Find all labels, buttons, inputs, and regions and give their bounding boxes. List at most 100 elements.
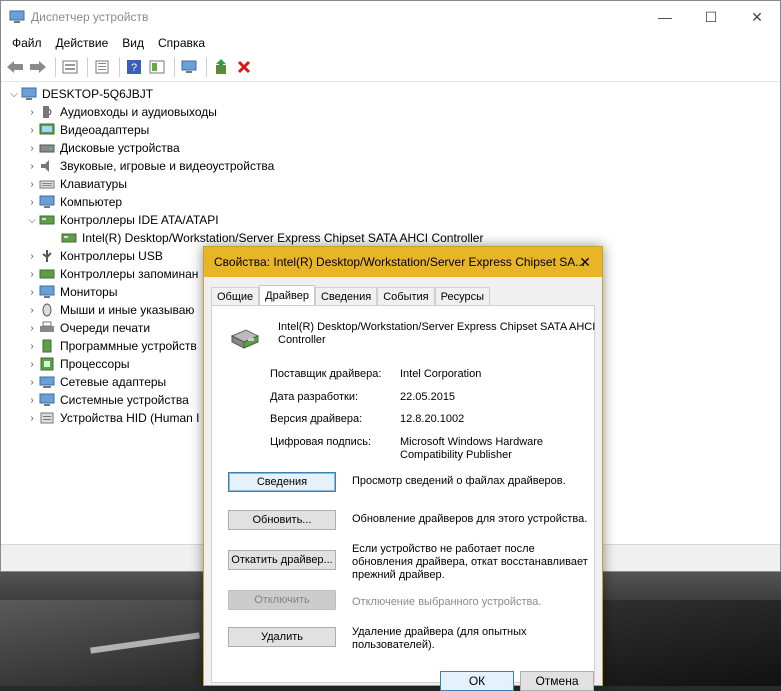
printer-icon	[40, 321, 54, 332]
tree-item-label: Мониторы	[60, 285, 118, 299]
tree-item[interactable]: › Клавиатуры	[1, 175, 780, 193]
tree-root[interactable]: ⌵ DESKTOP-5Q6JBJT	[1, 85, 780, 103]
chevron-right-icon[interactable]: ›	[25, 305, 39, 316]
monitor-icon	[39, 285, 55, 298]
help-icon[interactable]: ?	[124, 57, 144, 77]
update-driver-desc: Обновление драйверов для этого устройств…	[352, 513, 588, 525]
menu-action[interactable]: Действие	[49, 36, 116, 50]
update-driver-icon[interactable]	[211, 57, 231, 77]
tree-item-label: Устройства HID (Human I	[60, 411, 200, 425]
chevron-right-icon[interactable]: ›	[25, 341, 39, 352]
dialog-title: Свойства: Intel(R) Desktop/Workstation/S…	[214, 255, 586, 269]
properties-dialog: Свойства: Intel(R) Desktop/Workstation/S…	[203, 246, 603, 691]
menu-help[interactable]: Справка	[151, 36, 212, 50]
chevron-right-icon[interactable]: ›	[25, 269, 39, 280]
computer-icon	[39, 195, 55, 208]
tree-item[interactable]: › Компьютер	[1, 193, 780, 211]
minimize-button[interactable]: —	[642, 1, 688, 33]
disable-device-button[interactable]: Отключить	[228, 590, 336, 610]
rollback-driver-button[interactable]: Откатить драйвер...	[228, 550, 336, 570]
tree-item-label: Программные устройств	[60, 339, 197, 353]
driver-tab-panel: Intel(R) Desktop/Workstation/Server Expr…	[211, 305, 595, 683]
tree-item-label: Компьютер	[60, 195, 123, 209]
chevron-down-icon[interactable]: ⌵	[25, 215, 39, 226]
update-driver-button[interactable]: Обновить...	[228, 510, 336, 530]
system-device-icon	[39, 393, 55, 406]
tree-item-label: Контроллеры запоминан	[60, 267, 199, 281]
list-view-icon[interactable]	[92, 57, 112, 77]
window-title: Диспетчер устройств	[31, 10, 149, 24]
audio-io-icon	[43, 106, 52, 118]
tab-driver[interactable]: Драйвер	[259, 285, 315, 306]
chevron-right-icon[interactable]: ›	[25, 197, 39, 208]
dialog-title-bar: Свойства: Intel(R) Desktop/Workstation/S…	[204, 247, 602, 277]
prop-value: Microsoft Windows Hardware Compatibility…	[400, 436, 544, 461]
menu-bar: Файл Действие Вид Справка	[1, 33, 780, 53]
chevron-right-icon[interactable]: ›	[25, 287, 39, 298]
chevron-right-icon[interactable]: ›	[25, 161, 39, 172]
tree-item-label: Звуковые, игровые и видеоустройства	[60, 159, 275, 173]
usb-icon	[42, 250, 52, 262]
uninstall-driver-button[interactable]: Удалить	[228, 627, 336, 647]
chevron-right-icon[interactable]: ›	[25, 413, 39, 424]
device-manager-icon	[9, 10, 25, 23]
disk-drive-icon	[39, 144, 55, 153]
tree-item-label: Аудиовходы и аудиовыходы	[60, 105, 217, 119]
prop-value: 22.05.2015	[400, 391, 456, 403]
tree-item-label: Клавиатуры	[60, 177, 127, 191]
tab-general[interactable]: Общие	[211, 287, 260, 306]
maximize-button[interactable]: ☐	[688, 1, 734, 33]
hid-device-icon	[40, 412, 54, 424]
toolbar: ?	[1, 53, 780, 82]
ide-controller-icon	[39, 215, 55, 225]
uninstall-device-icon[interactable]	[234, 57, 254, 77]
network-adapter-icon	[39, 376, 55, 388]
properties-view-icon[interactable]	[60, 57, 80, 77]
chevron-right-icon[interactable]: ›	[25, 359, 39, 370]
toolbar-separator	[87, 57, 88, 77]
tab-resources[interactable]: Ресурсы	[434, 287, 491, 306]
chevron-down-icon[interactable]: ⌵	[7, 89, 21, 100]
toolbar-separator	[206, 57, 207, 77]
chevron-right-icon[interactable]: ›	[25, 107, 39, 118]
chevron-right-icon[interactable]: ›	[25, 143, 39, 154]
back-icon[interactable]	[5, 57, 25, 77]
chevron-right-icon[interactable]: ›	[25, 125, 39, 136]
chevron-right-icon[interactable]: ›	[25, 179, 39, 190]
tree-item-label: Мыши и иные указываю	[60, 303, 195, 317]
prop-label: Поставщик драйвера:	[270, 368, 382, 380]
dialog-close-button[interactable]: ✕	[568, 247, 602, 277]
tree-item[interactable]: › Дисковые устройства	[1, 139, 780, 157]
prop-label: Дата разработки:	[270, 391, 359, 403]
menu-file[interactable]: Файл	[5, 36, 49, 50]
svg-text:?: ?	[131, 62, 137, 74]
chevron-right-icon[interactable]: ›	[25, 377, 39, 388]
forward-icon[interactable]	[28, 57, 48, 77]
scan-hardware-icon[interactable]	[179, 57, 199, 77]
tree-item[interactable]: › Звуковые, игровые и видеоустройства	[1, 157, 780, 175]
menu-view[interactable]: Вид	[115, 36, 151, 50]
ok-button[interactable]: ОК	[440, 671, 514, 691]
tab-events[interactable]: События	[377, 287, 435, 306]
disable-device-desc: Отключение выбранного устройства.	[352, 596, 542, 608]
tab-details[interactable]: Сведения	[314, 287, 378, 306]
tree-child-item[interactable]: Intel(R) Desktop/Workstation/Server Expr…	[1, 229, 780, 247]
tree-item[interactable]: › Видеоадаптеры	[1, 121, 780, 139]
chevron-right-icon[interactable]: ›	[25, 323, 39, 334]
prop-value: Intel Corporation	[400, 368, 482, 380]
tree-item-label: Контроллеры IDE ATA/ATAPI	[60, 213, 219, 227]
driver-details-button[interactable]: Сведения	[228, 472, 336, 492]
close-button[interactable]: ✕	[734, 1, 780, 33]
chevron-right-icon[interactable]: ›	[25, 395, 39, 406]
console-view-icon[interactable]	[147, 57, 167, 77]
tree-item[interactable]: › Аудиовходы и аудиовыходы	[1, 103, 780, 121]
tab-strip: Общие Драйвер Сведения События Ресурсы	[211, 285, 491, 306]
chevron-right-icon[interactable]: ›	[25, 251, 39, 262]
cancel-button[interactable]: Отмена	[520, 671, 594, 691]
storage-controller-icon	[39, 269, 55, 279]
toolbar-separator	[119, 57, 120, 77]
tree-item[interactable]: ⌵ Контроллеры IDE ATA/ATAPI	[1, 211, 780, 229]
toolbar-separator	[174, 57, 175, 77]
tree-item-label: Дисковые устройства	[60, 141, 180, 155]
tree-item-label: Контроллеры USB	[60, 249, 163, 263]
